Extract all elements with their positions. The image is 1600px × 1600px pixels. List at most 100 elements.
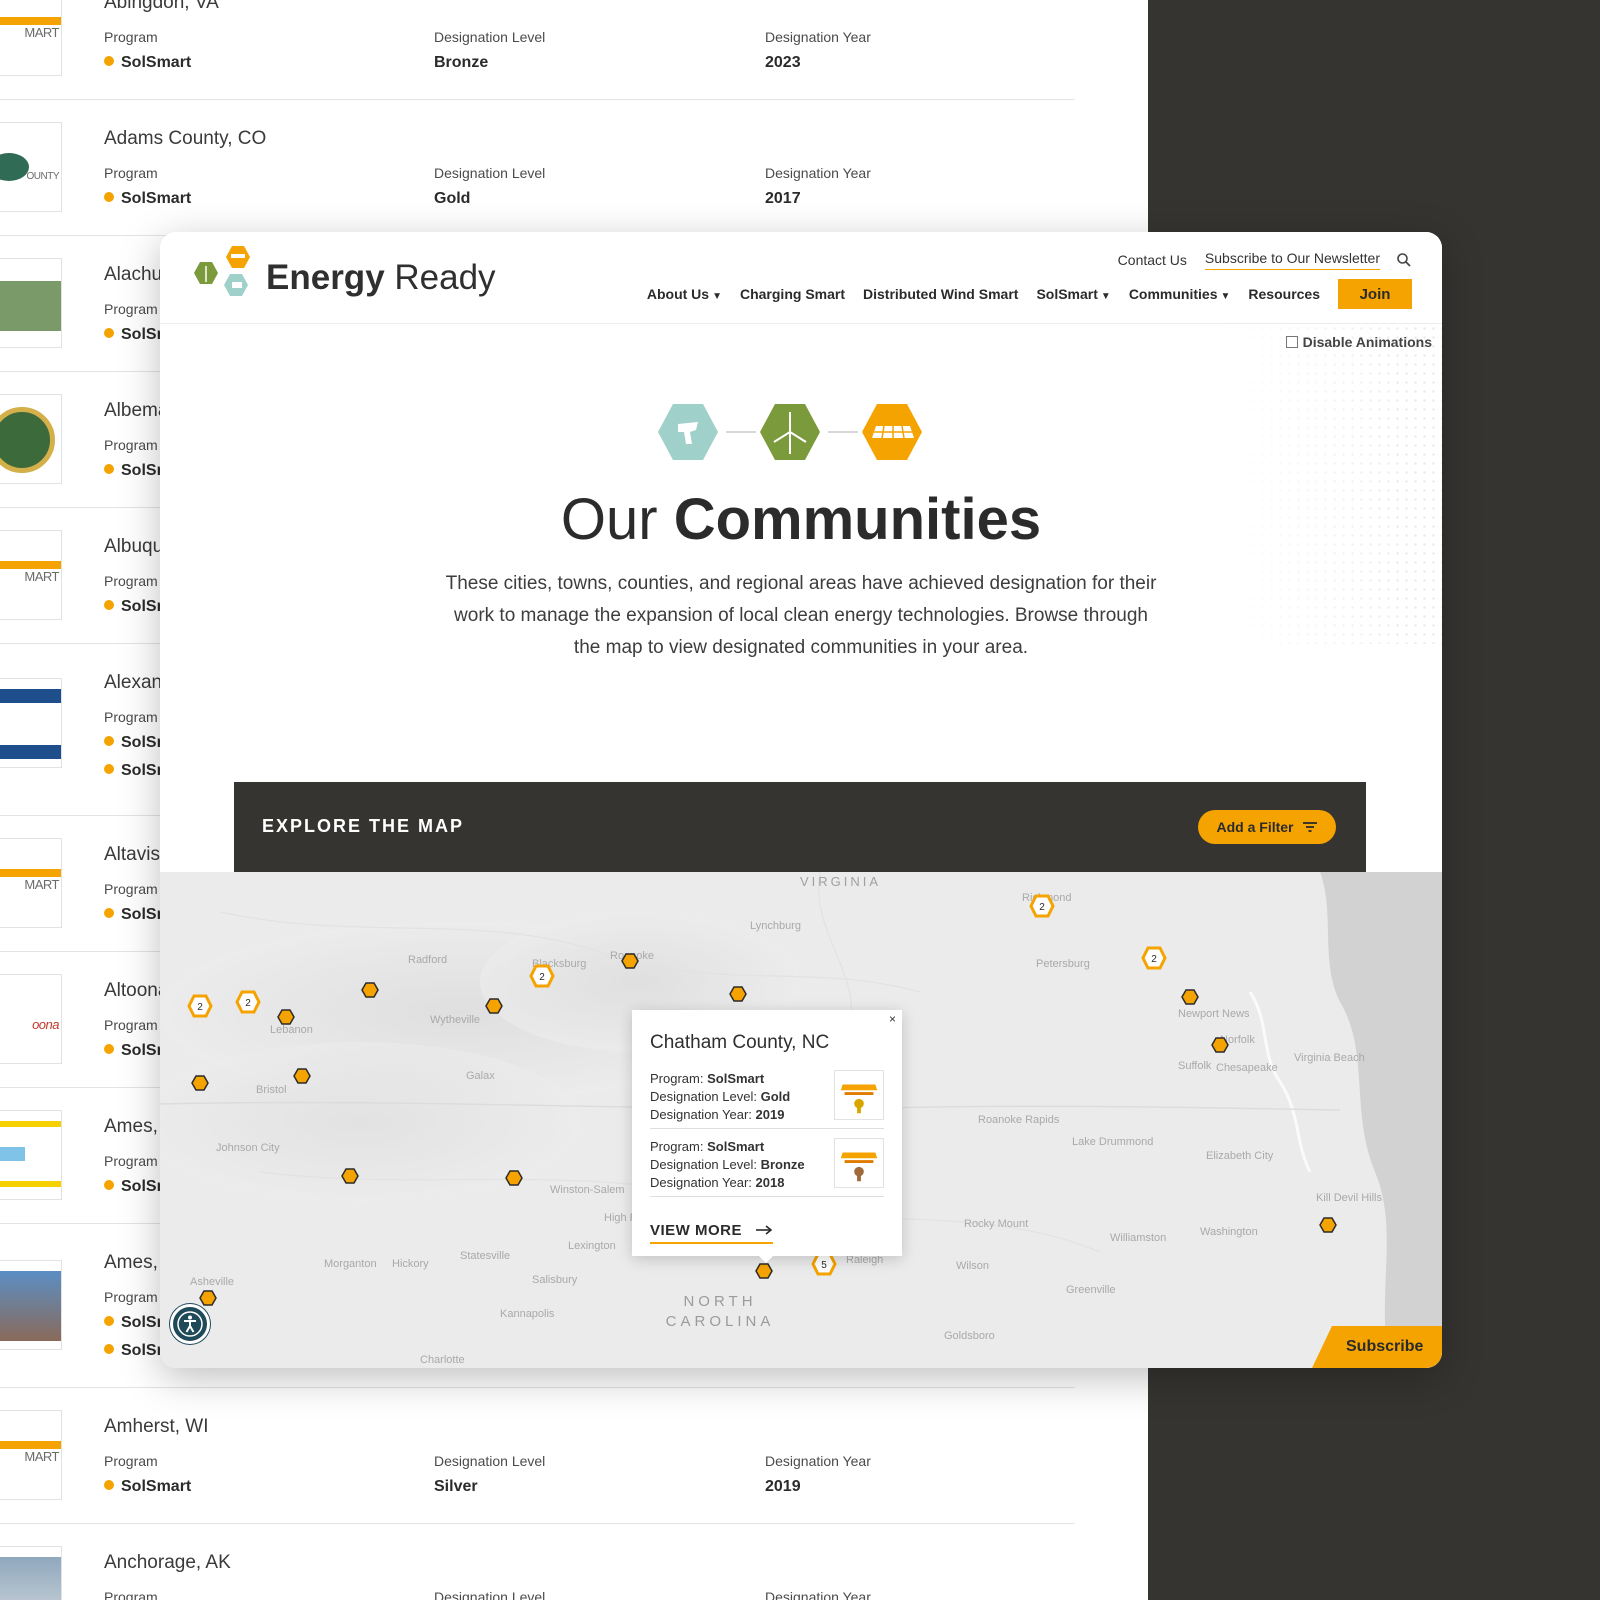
program-label: Program [104,29,158,45]
program-label: Program [104,1589,158,1600]
ev-charger-icon [658,404,718,460]
accessibility-button[interactable] [170,1304,210,1344]
svg-text:2: 2 [539,972,545,983]
year-value: 2019 [765,1478,801,1495]
contact-us-link[interactable]: Contact Us [1118,252,1187,268]
list-item[interactable]: Anchorage, AK Program Designation Level … [0,1524,1075,1600]
program-label: Program [104,709,158,725]
level-value: Gold [434,190,471,207]
svg-text:5: 5 [821,1260,827,1271]
map-marker[interactable]: 2 [235,990,261,1014]
program-label: Program [104,1153,158,1169]
communities-map[interactable]: VIRGINIA Richmond Lynchburg Petersburg N… [160,872,1442,1368]
community-name: Abingdon, VA [104,0,219,13]
community-name: Anchorage, AK [104,1552,231,1573]
year-value: 2023 [765,54,801,71]
logo-wordmark[interactable]: Energy Ready [266,258,496,298]
logo-hex-icon[interactable] [186,244,258,310]
program-label: Program [104,165,158,181]
map-header-bar: EXPLORE THE MAP Add a Filter [234,782,1366,872]
nav-resources[interactable]: Resources [1248,286,1320,302]
map-marker[interactable] [277,1009,295,1025]
year-label: Designation Year [765,1589,871,1600]
community-popup: × Chatham County, NC Program: SolSmart D… [632,1010,902,1263]
add-filter-button[interactable]: Add a Filter [1198,810,1336,844]
checkbox[interactable] [1285,336,1298,348]
level-label: Designation Level [434,1589,546,1600]
join-button[interactable]: Join [1338,279,1412,309]
page-title: Our Communities [560,487,1042,552]
program-label: Program [104,881,158,897]
designation-entry: Program: SolSmart Designation Level: Gol… [650,1070,884,1122]
svg-text:2: 2 [1039,902,1045,913]
map-marker[interactable] [755,1263,773,1279]
solar-panel-icon [862,404,922,460]
decorative-dot-pattern [1222,324,1442,644]
community-logo: oona [0,974,62,1064]
caret-down-icon: ▼ [712,291,722,302]
year-label: Designation Year [765,165,871,181]
arrow-right-icon [755,1225,772,1235]
map-marker[interactable] [1181,989,1199,1005]
close-icon[interactable]: × [889,1012,896,1026]
program-label: Program [104,573,158,589]
svg-text:2: 2 [1151,954,1157,965]
subscribe-label: Subscribe [1346,1338,1424,1355]
community-logo [0,678,62,768]
community-logo: MART [0,1410,62,1500]
map-marker[interactable] [729,986,747,1002]
map-marker[interactable] [485,998,503,1014]
map-marker[interactable] [621,953,639,969]
community-logo [0,394,62,484]
page-description: These cities, towns, counties, and regio… [445,573,1157,658]
subscribe-button[interactable]: Subscribe [1312,1326,1442,1368]
nav-solsmart[interactable]: SolSmart ▼ [1036,286,1110,302]
map-bar-title: EXPLORE THE MAP [262,816,465,836]
caret-down-icon: ▼ [1220,291,1231,302]
map-marker[interactable] [505,1170,523,1186]
level-label: Designation Level [434,29,546,45]
toggle-label: Disable Animations [1302,334,1432,350]
community-logo [0,1260,62,1350]
community-logo [0,1110,62,1200]
list-item[interactable]: MART Amherst, WI Program Designation Lev… [0,1388,1075,1524]
wind-turbine-icon [760,404,820,460]
map-marker[interactable]: 2 [529,964,555,988]
designation-entry: Program: SolSmart Designation Level: Bro… [650,1138,884,1190]
map-marker[interactable]: 2 [187,994,213,1018]
year-label: Designation Year [765,1453,871,1469]
map-marker[interactable]: 2 [1029,894,1055,918]
nav-distributed-wind-smart[interactable]: Distributed Wind Smart [863,286,1018,302]
program-label: Program [104,301,158,317]
svg-text:2: 2 [245,998,251,1009]
map-marker[interactable] [199,1290,217,1306]
map-marker[interactable] [293,1068,311,1084]
map-marker[interactable] [1319,1217,1337,1233]
community-logo: OUNTY [0,122,62,212]
year-label: Designation Year [765,29,871,45]
program-value: SolSmart [104,1478,191,1496]
nav-communities[interactable]: Communities ▼ [1129,286,1231,302]
program-label: Program [104,1289,158,1305]
nav-about-us[interactable]: About Us ▼ [647,286,722,302]
map-marker[interactable] [1211,1037,1229,1053]
program-label: Program [104,1017,158,1033]
newsletter-link[interactable]: Subscribe to Our Newsletter [1204,250,1380,270]
caret-down-icon: ▼ [1100,291,1111,302]
map-marker[interactable] [341,1168,359,1184]
map-marker[interactable]: 2 [1141,946,1167,970]
popup-tail [757,1254,775,1263]
level-label: Designation Level [434,1453,546,1469]
program-label: Program [104,437,158,453]
solsmart-gold-badge-icon [834,1070,884,1120]
nav-charging-smart[interactable]: Charging Smart [740,286,845,302]
list-item[interactable]: MART Abingdon, VA Program Designation Le… [0,0,1075,100]
view-more-link[interactable]: VIEW MORE [650,1222,773,1244]
search-icon[interactable] [1396,252,1412,268]
level-value: Bronze [434,54,489,71]
list-item[interactable]: OUNTY Adams County, CO Program Designati… [0,100,1075,236]
map-marker[interactable]: 5 [811,1252,837,1276]
map-marker[interactable] [191,1075,209,1091]
disable-animations-toggle[interactable]: Disable Animations [1285,334,1432,350]
map-marker[interactable] [361,982,379,998]
